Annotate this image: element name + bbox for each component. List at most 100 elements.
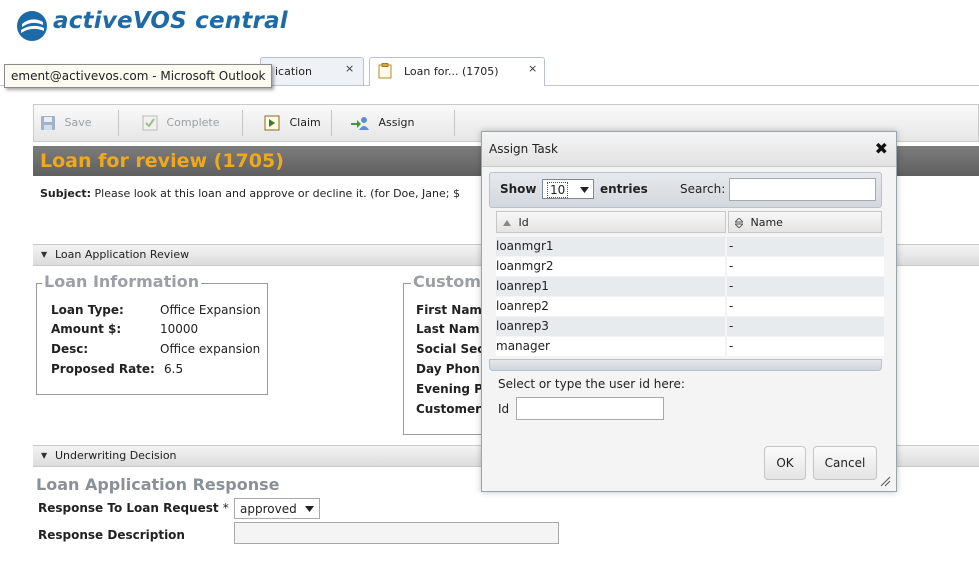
ok-button[interactable]: OK bbox=[764, 446, 806, 480]
field-label: Social Sec bbox=[416, 342, 485, 356]
activevos-logo-icon bbox=[17, 11, 47, 41]
complete-button[interactable]: Complete bbox=[142, 112, 220, 134]
tab-label: Loan for... (1705) bbox=[404, 65, 499, 78]
search-label: Search: bbox=[680, 182, 726, 196]
table-row[interactable]: loanrep2 - bbox=[496, 297, 884, 317]
fieldset-legend: Loan Information bbox=[42, 272, 202, 291]
collapse-arrow-icon: ▼ bbox=[41, 250, 48, 259]
claim-button[interactable]: Claim bbox=[264, 112, 321, 134]
entries-select[interactable]: 10 bbox=[542, 179, 594, 199]
cell-id: loanrep2 bbox=[496, 297, 725, 316]
table-row[interactable]: loanmgr1 - bbox=[496, 237, 884, 257]
cell-name: - bbox=[727, 237, 884, 256]
cell-id: manager bbox=[496, 337, 725, 356]
cell-name: - bbox=[727, 337, 884, 356]
cell-id: loanrep1 bbox=[496, 277, 725, 296]
table-footer bbox=[489, 359, 882, 371]
tab-label: ication bbox=[275, 65, 312, 78]
clipboard-icon bbox=[378, 63, 392, 79]
field-value: Office expansion bbox=[160, 342, 261, 356]
response-title: Loan Application Response bbox=[36, 475, 280, 494]
collapse-arrow-icon: ▼ bbox=[41, 451, 48, 460]
toolbar-divider bbox=[331, 110, 332, 136]
table-row[interactable]: loanmgr2 - bbox=[496, 257, 884, 277]
user-id-label: Id bbox=[498, 402, 510, 416]
loan-information-fieldset bbox=[36, 283, 268, 395]
tab-loan-application[interactable]: ication × bbox=[260, 57, 364, 85]
user-id-input[interactable] bbox=[516, 397, 664, 420]
toolbar-divider bbox=[454, 110, 455, 136]
field-label: Loan Type: bbox=[51, 303, 124, 317]
subject-label: Subject: bbox=[40, 187, 92, 200]
check-box-icon bbox=[142, 115, 158, 131]
search-input[interactable] bbox=[729, 178, 876, 201]
section-title: Loan Application Review bbox=[55, 248, 190, 261]
field-label: First Nam bbox=[416, 303, 482, 317]
field-label: Last Nam bbox=[416, 322, 480, 336]
floppy-disk-icon bbox=[41, 116, 55, 130]
tab-close-icon[interactable]: × bbox=[345, 62, 354, 75]
response-request-label: Response To Loan Request * bbox=[38, 501, 229, 515]
response-select-value: approved bbox=[240, 502, 297, 516]
claim-flag-icon bbox=[264, 115, 280, 131]
subject-text: Please look at this loan and approve or … bbox=[94, 187, 460, 200]
tab-loan-for-review[interactable]: Loan for... (1705) × bbox=[369, 57, 545, 86]
entries-label: entries bbox=[600, 182, 648, 196]
assign-button[interactable]: Assign bbox=[350, 112, 415, 134]
tab-close-icon[interactable]: × bbox=[528, 62, 537, 75]
cell-id: loanrep3 bbox=[496, 317, 725, 336]
fieldset-legend: Custom bbox=[411, 272, 483, 291]
field-value: 6.5 bbox=[164, 362, 184, 376]
field-label: Proposed Rate: bbox=[51, 362, 155, 376]
app-title: activeVOS central bbox=[53, 8, 288, 34]
show-label: Show bbox=[500, 182, 537, 196]
column-header-label: Id bbox=[518, 216, 529, 229]
assign-users-icon bbox=[351, 117, 369, 130]
cell-name: - bbox=[727, 257, 884, 276]
toolbar-divider bbox=[242, 110, 243, 136]
tooltip: ement@activevos.com - Microsoft Outlook bbox=[4, 64, 273, 88]
section-title: Underwriting Decision bbox=[55, 449, 177, 462]
response-request-text: Response To Loan Request bbox=[38, 501, 219, 515]
assign-label: Assign bbox=[378, 116, 415, 129]
page-title: Loan for review (1705) bbox=[40, 150, 284, 172]
dialog-title: Assign Task bbox=[489, 142, 558, 156]
user-id-prompt: Select or type the user id here: bbox=[498, 377, 685, 391]
response-description-label: Response Description bbox=[38, 528, 185, 542]
field-value: Office Expansion bbox=[160, 303, 261, 317]
column-header-id[interactable]: Id bbox=[496, 211, 726, 233]
entries-select-value: 10 bbox=[547, 182, 569, 198]
chevron-down-icon bbox=[580, 187, 589, 193]
required-marker: * bbox=[222, 501, 229, 515]
cell-id: loanmgr1 bbox=[496, 237, 725, 256]
claim-label: Claim bbox=[289, 116, 321, 129]
response-description-input[interactable] bbox=[234, 522, 559, 544]
cancel-button[interactable]: Cancel bbox=[813, 446, 877, 480]
field-label: Day Phon bbox=[416, 362, 480, 376]
field-label: Customer bbox=[416, 402, 482, 416]
save-label: Save bbox=[64, 116, 92, 129]
cell-name: - bbox=[727, 317, 884, 336]
table-row[interactable]: loanrep1 - bbox=[496, 277, 884, 297]
cell-name: - bbox=[727, 297, 884, 316]
table-row[interactable]: manager - bbox=[496, 337, 884, 357]
chevron-down-icon bbox=[305, 506, 314, 512]
cell-id: loanmgr2 bbox=[496, 257, 725, 276]
complete-label: Complete bbox=[166, 116, 220, 129]
close-icon[interactable]: ✖ bbox=[875, 139, 888, 158]
response-select[interactable]: approved bbox=[234, 498, 320, 519]
cell-name: - bbox=[727, 277, 884, 296]
dialog-title-bar[interactable]: Assign Task ✖ bbox=[482, 132, 896, 167]
field-label: Desc: bbox=[51, 342, 89, 356]
field-label: Evening P bbox=[416, 382, 483, 396]
toolbar-divider bbox=[118, 110, 119, 136]
resize-grip-icon[interactable] bbox=[879, 475, 891, 487]
field-label: Amount $: bbox=[51, 322, 122, 336]
field-value: 10000 bbox=[160, 322, 199, 336]
column-header-label: Name bbox=[750, 216, 783, 229]
sort-both-icon bbox=[735, 218, 743, 228]
column-header-name[interactable]: Name bbox=[728, 211, 882, 233]
sort-ascending-icon bbox=[503, 220, 511, 226]
table-row[interactable]: loanrep3 - bbox=[496, 317, 884, 337]
save-button[interactable]: Save bbox=[40, 112, 92, 134]
